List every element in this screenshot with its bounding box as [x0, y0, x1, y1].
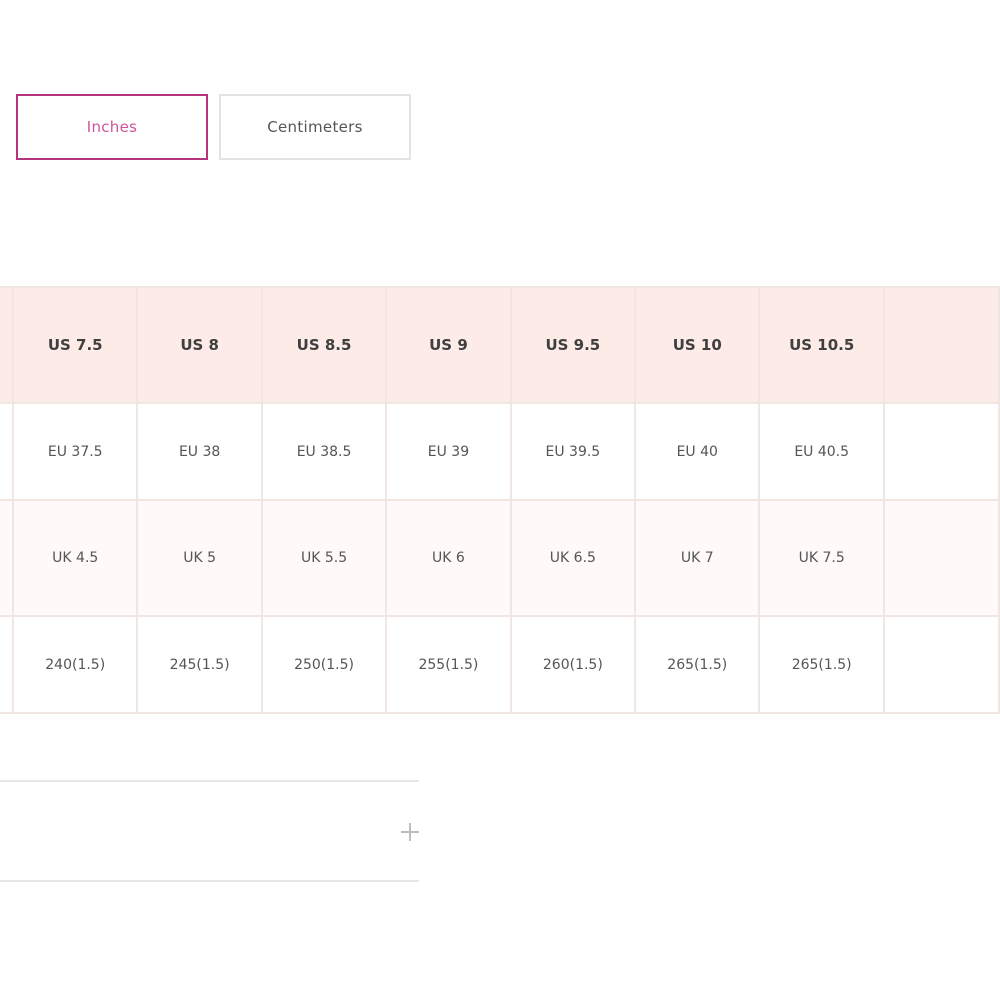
us-size-cell	[0, 286, 15, 404]
us-size-cell: US 8	[136, 286, 263, 404]
eu-size-cell: EU 38.5	[260, 402, 388, 501]
plus-icon[interactable]	[401, 823, 419, 841]
cm-size-cell: 265(1.5)	[634, 615, 761, 714]
uk-size-cell	[0, 499, 15, 617]
cm-size-cell	[0, 615, 15, 714]
eu-size-cell: EU 37.5	[12, 402, 139, 501]
eu-size-cell: EU 38	[136, 402, 263, 501]
us-size-cell	[882, 286, 1000, 404]
eu-size-row: EU 37.5 EU 38 EU 38.5 EU 39 EU 39.5 EU 4…	[0, 402, 1000, 501]
unit-toggle: Inches Centimeters	[16, 94, 411, 160]
uk-size-cell: UK 6	[385, 499, 512, 617]
cm-size-cell: 255(1.5)	[385, 615, 512, 714]
uk-size-cell	[882, 499, 1000, 617]
us-size-cell: US 7.5	[12, 286, 139, 404]
centimeters-button[interactable]: Centimeters	[219, 94, 411, 160]
cm-size-cell: 240(1.5)	[12, 615, 139, 714]
cm-size-cell: 250(1.5)	[260, 615, 388, 714]
eu-size-cell: EU 39.5	[509, 402, 637, 501]
cm-size-cell: 265(1.5)	[758, 615, 885, 714]
cm-size-row: 240(1.5) 245(1.5) 250(1.5) 255(1.5) 260(…	[0, 615, 1000, 714]
eu-size-cell: EU 39	[385, 402, 512, 501]
size-guide-page: Inches Centimeters US 7.5 US 8 US 8.5 US…	[0, 0, 1000, 1000]
uk-size-cell: UK 6.5	[509, 499, 637, 617]
size-table-wrapper: US 7.5 US 8 US 8.5 US 9 US 9.5 US 10 US …	[0, 286, 1000, 714]
eu-size-cell	[0, 402, 15, 501]
us-size-cell: US 9	[385, 286, 512, 404]
us-size-row: US 7.5 US 8 US 8.5 US 9 US 9.5 US 10 US …	[0, 286, 1000, 404]
uk-size-cell: UK 7	[634, 499, 761, 617]
us-size-cell: US 8.5	[260, 286, 388, 404]
uk-size-cell: UK 7.5	[758, 499, 885, 617]
eu-size-cell	[882, 402, 1000, 501]
cm-size-cell: 245(1.5)	[136, 615, 263, 714]
inches-button[interactable]: Inches	[16, 94, 208, 160]
eu-size-cell: EU 40.5	[758, 402, 885, 501]
uk-size-cell: UK 5	[136, 499, 263, 617]
size-table: US 7.5 US 8 US 8.5 US 9 US 9.5 US 10 US …	[0, 286, 1000, 714]
uk-size-row: UK 4.5 UK 5 UK 5.5 UK 6 UK 6.5 UK 7 UK 7…	[0, 499, 1000, 617]
accordion-item[interactable]	[0, 780, 419, 882]
us-size-cell: US 10	[634, 286, 761, 404]
cm-size-cell: 260(1.5)	[509, 615, 637, 714]
us-size-cell: US 9.5	[509, 286, 637, 404]
uk-size-cell: UK 4.5	[12, 499, 139, 617]
uk-size-cell: UK 5.5	[260, 499, 388, 617]
eu-size-cell: EU 40	[634, 402, 761, 501]
cm-size-cell	[882, 615, 1000, 714]
us-size-cell: US 10.5	[758, 286, 885, 404]
